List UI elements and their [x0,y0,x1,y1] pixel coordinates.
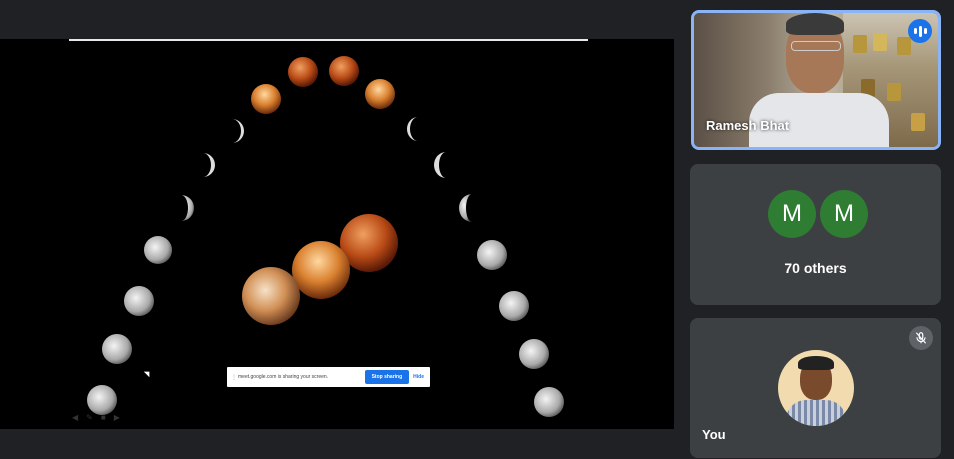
slide-nav-controls[interactable]: ◀ ✎ ■ ▶ [72,413,120,422]
stop-sharing-button[interactable]: Stop sharing [364,370,410,384]
avatar [778,350,854,426]
next-slide-icon[interactable]: ▶ [114,413,120,422]
audio-bars-icon [908,19,932,43]
self-label: You [702,427,726,442]
pen-icon[interactable]: ✎ [86,413,93,422]
others-count-label: 70 others [784,260,847,276]
speaker-tile[interactable]: Ramesh Bhat [691,10,941,150]
avatar: M [768,190,816,238]
screen-share-banner: ⋮ meet.google.com is sharing your screen… [227,367,430,387]
self-tile[interactable]: You [690,318,941,458]
others-avatars: M M [768,190,868,238]
mic-off-icon [909,326,933,350]
share-status-text: meet.google.com is sharing your screen. [238,374,329,380]
shared-screen: ◀ ✎ ■ ▶ ⋮ meet.google.com is sharing you… [0,39,674,429]
participant-name: Ramesh Bhat [706,118,790,133]
hide-banner-button[interactable]: Hide [413,374,424,380]
prev-slide-icon[interactable]: ◀ [72,413,78,422]
drag-handle-icon[interactable]: ⋮ [230,374,238,381]
menu-icon[interactable]: ■ [101,413,106,422]
avatar: M [820,190,868,238]
others-tile[interactable]: M M 70 others [690,164,941,305]
meet-window: ◀ ✎ ■ ▶ ⋮ meet.google.com is sharing you… [0,0,954,459]
